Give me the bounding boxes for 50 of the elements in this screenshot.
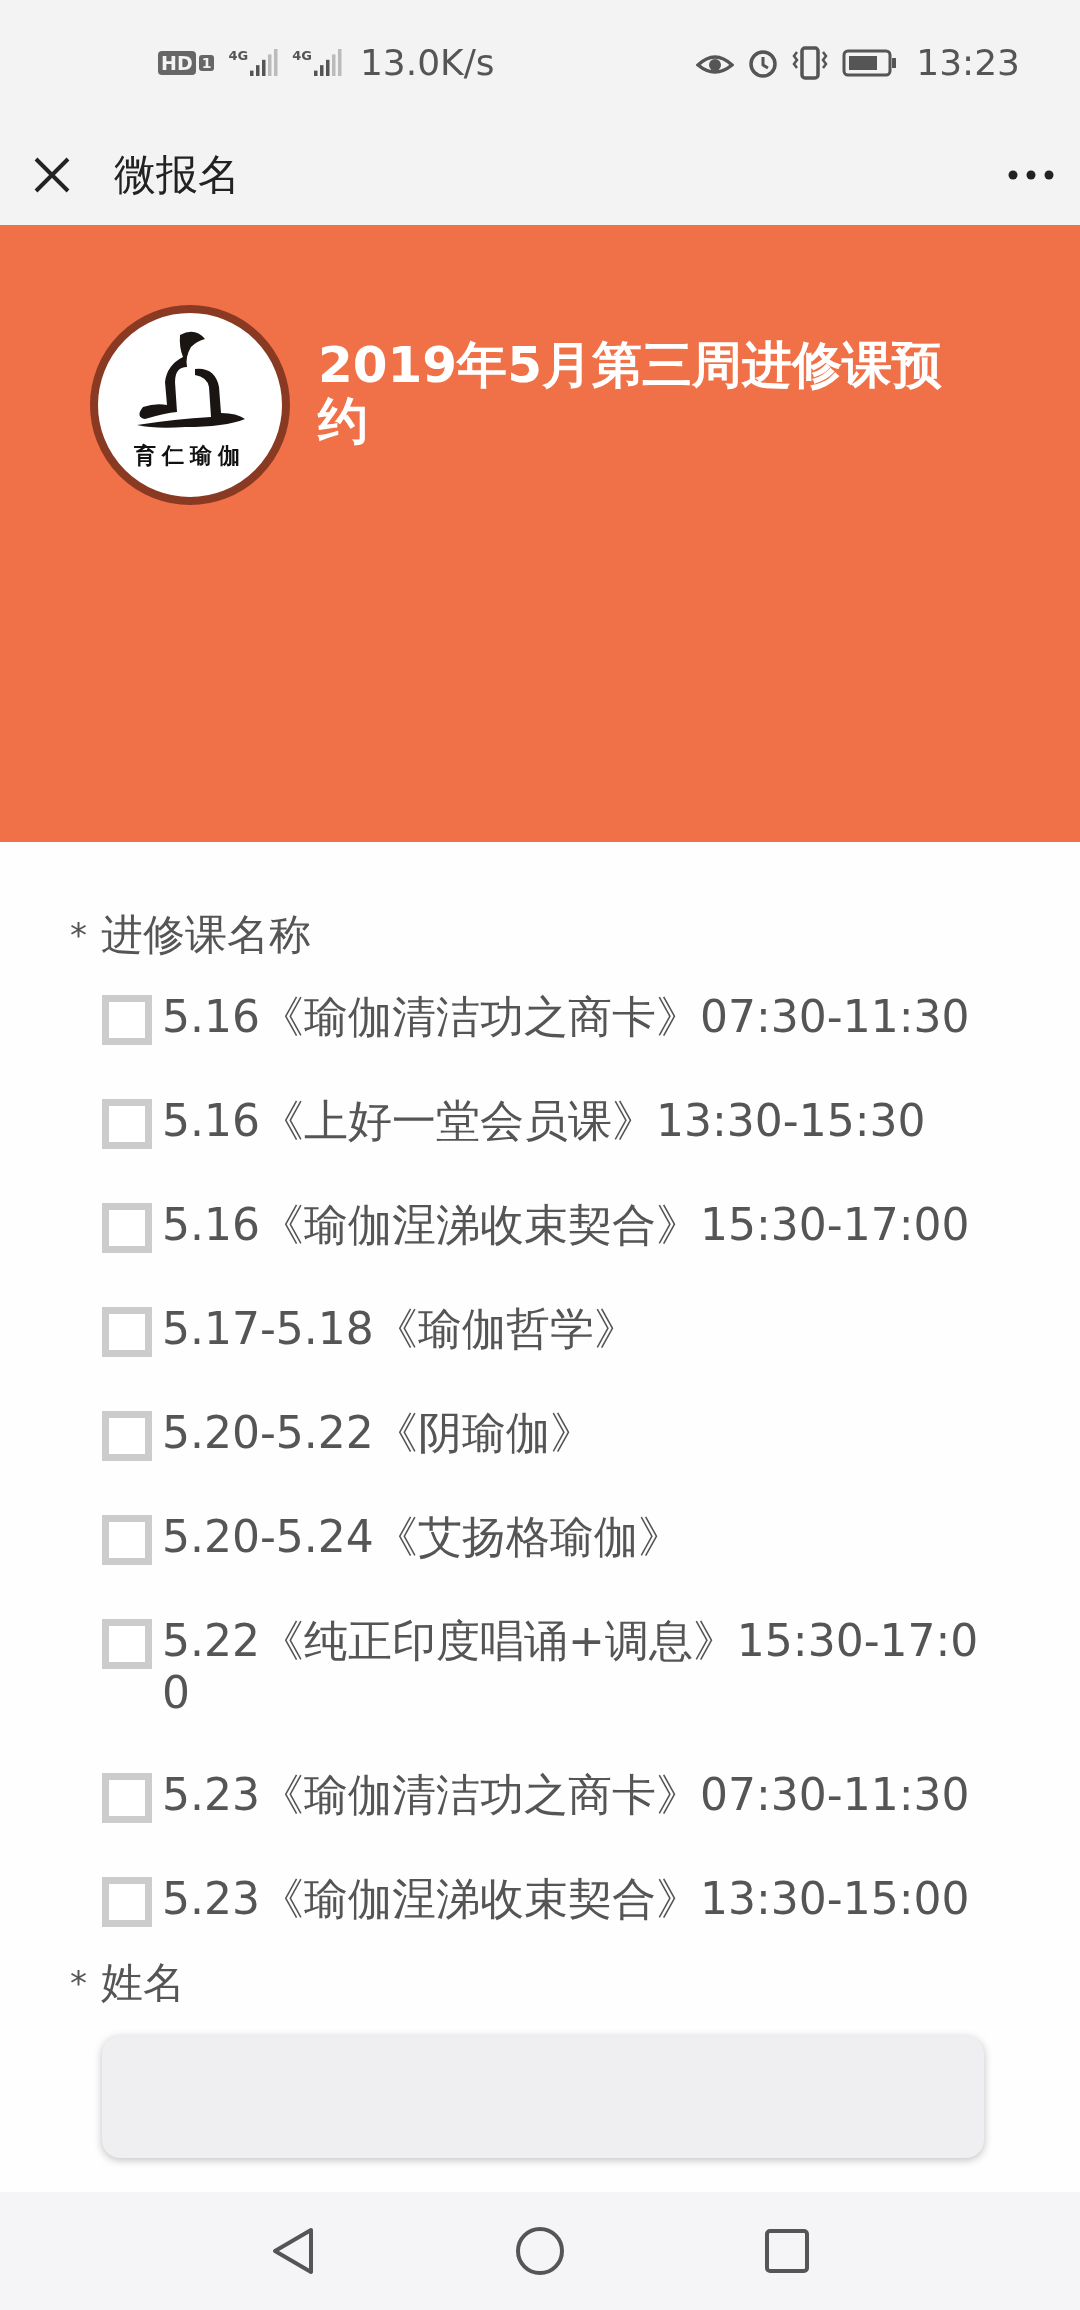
network-label: 4G (292, 47, 312, 63)
checkbox[interactable] (102, 1307, 152, 1357)
close-icon[interactable] (32, 155, 72, 195)
field-label: 进修课名称 (101, 909, 311, 961)
more-icon[interactable] (1008, 169, 1054, 181)
page-title: 微报名 (114, 149, 241, 201)
checkbox[interactable] (102, 1203, 152, 1253)
checkbox[interactable] (102, 995, 152, 1045)
back-icon[interactable] (271, 2226, 315, 2276)
option-label: 5.16《瑜伽清洁功之商卡》07:30-11:30 (162, 991, 970, 1043)
option-row[interactable]: 5.17-5.18《瑜伽哲学》 (102, 1278, 992, 1382)
checkbox[interactable] (102, 1773, 152, 1823)
battery-icon (842, 48, 899, 77)
vibrate-icon (792, 45, 829, 80)
option-label: 5.22《纯正印度唱诵+调息》15:30-17:00 (162, 1615, 980, 1719)
home-icon[interactable] (515, 2226, 565, 2276)
option-row[interactable]: 5.23《瑜伽涅涕收束契合》13:30-15:00 (102, 1848, 992, 1952)
option-row[interactable]: 5.16《瑜伽涅涕收束契合》15:30-17:00 (102, 1174, 992, 1278)
network-speed: 13.0K/s (359, 42, 495, 83)
signal-icon (311, 47, 342, 78)
name-input-field[interactable] (102, 2036, 984, 2158)
sim-badge: 1 (198, 54, 215, 71)
checkbox[interactable] (102, 1877, 152, 1927)
logo-text: 育仁瑜伽 (134, 442, 246, 470)
required-mark: * (70, 1963, 87, 2003)
option-label: 5.16《上好一堂会员课》13:30-15:30 (162, 1095, 926, 1147)
clock-time: 13:23 (916, 42, 1020, 83)
option-row[interactable]: 5.16《瑜伽清洁功之商卡》07:30-11:30 (102, 966, 992, 1070)
signal-icon (248, 47, 279, 78)
option-label: 5.16《瑜伽涅涕收束契合》15:30-17:00 (162, 1199, 970, 1251)
option-label: 5.23《瑜伽涅涕收束契合》13:30-15:00 (162, 1873, 970, 1925)
option-row[interactable]: 5.20-5.24《艾扬格瑜伽》 (102, 1486, 992, 1590)
checkbox[interactable] (102, 1099, 152, 1149)
option-row[interactable]: 5.23《瑜伽清洁功之商卡》07:30-11:30 (102, 1744, 992, 1848)
option-label: 5.20-5.22《阴瑜伽》 (162, 1407, 594, 1459)
option-label: 5.23《瑜伽清洁功之商卡》07:30-11:30 (162, 1769, 970, 1821)
option-row[interactable]: 5.22《纯正印度唱诵+调息》15:30-17:00 (102, 1590, 992, 1744)
recents-icon[interactable] (765, 2229, 809, 2273)
checkbox[interactable] (102, 1411, 152, 1461)
checkbox[interactable] (102, 1619, 152, 1669)
required-mark: * (70, 915, 87, 955)
field-label: 姓名 (101, 1957, 185, 2009)
checkbox[interactable] (102, 1515, 152, 1565)
hd-badge: HD (158, 50, 196, 75)
banner-title: 2019年5月第三周进修课预约 (318, 337, 943, 449)
network-label: 4G (228, 47, 249, 63)
option-label: 5.20-5.24《艾扬格瑜伽》 (162, 1511, 682, 1563)
option-row[interactable]: 5.16《上好一堂会员课》13:30-15:30 (102, 1070, 992, 1174)
option-label: 5.17-5.18《瑜伽哲学》 (162, 1303, 638, 1355)
option-row[interactable]: 5.20-5.22《阴瑜伽》 (102, 1382, 992, 1486)
